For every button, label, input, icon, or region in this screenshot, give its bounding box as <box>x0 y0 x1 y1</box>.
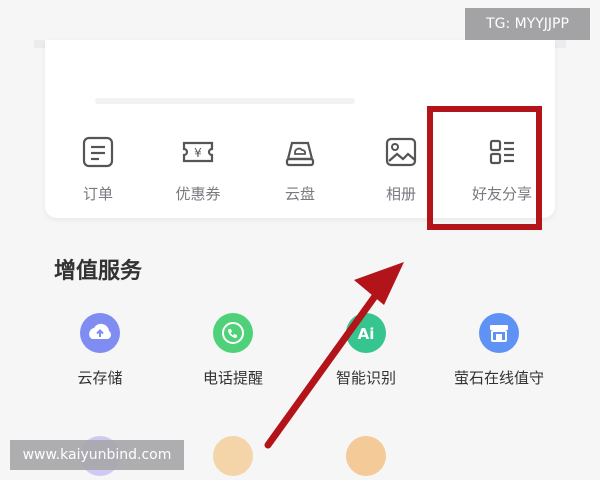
watermark-top-right: TG: MYYJJPP <box>465 8 590 40</box>
annotation-arrow <box>264 262 404 449</box>
watermark-bottom-left: www.kaiyunbind.com <box>10 440 184 470</box>
